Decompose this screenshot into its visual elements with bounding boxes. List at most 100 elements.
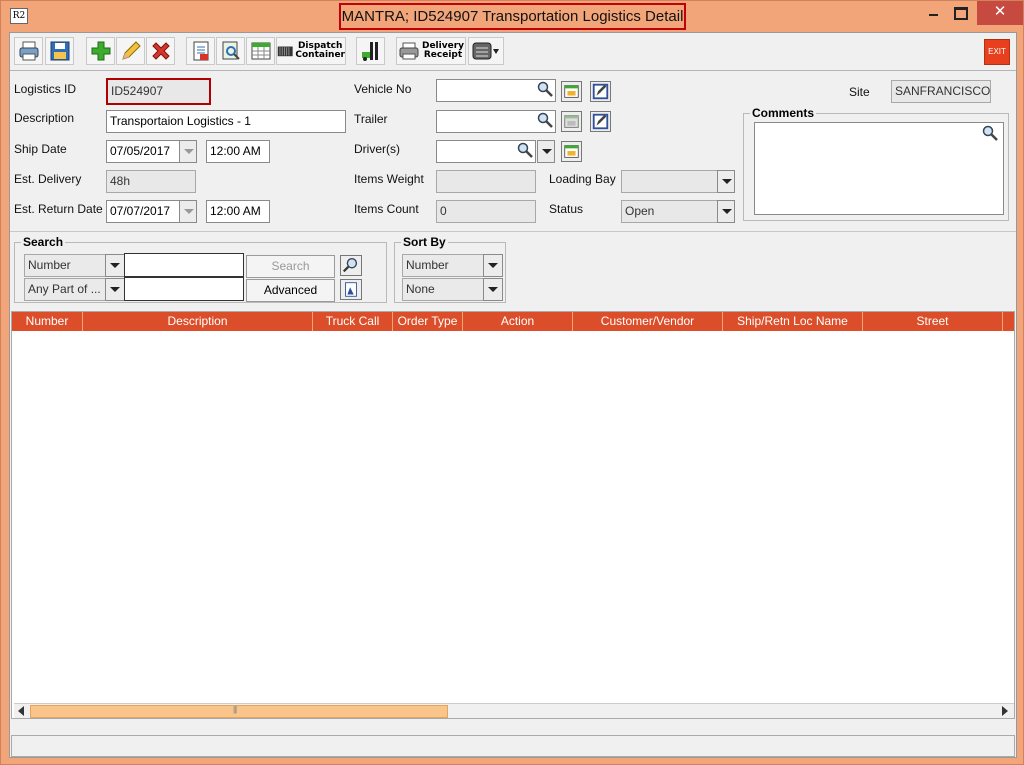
more-tools-button[interactable] [468,37,504,65]
search-query2-input[interactable] [124,277,244,301]
description-field[interactable]: Transportaion Logistics - 1 [106,110,346,133]
loading-bay-select[interactable] [621,170,718,193]
drivers-search-icon[interactable] [517,142,533,158]
trailer-edit-icon[interactable] [590,111,611,132]
items-weight-field[interactable] [436,170,536,193]
magnifier-list-icon [222,41,240,60]
sort-primary-select[interactable]: Number [402,254,484,277]
comments-textarea[interactable] [754,122,1004,215]
drivers-label: Driver(s) [354,142,400,156]
search-group: Search Number Search Any Part of ... Adv… [14,235,387,303]
client-area: Dispatch Container Delivery Receipt EXIT [9,32,1017,758]
column-header-customer-vendor[interactable]: Customer/Vendor [573,312,723,331]
vehicle-no-label: Vehicle No [354,82,412,96]
scroll-left-arrow-icon[interactable] [18,706,24,716]
spreadsheet-icon [251,42,270,60]
search-magnifier-icon[interactable] [340,255,362,276]
sort-secondary-select[interactable]: None [402,278,484,301]
est-return-date-field[interactable]: 07/07/2017 [106,200,180,223]
tools-stack-icon [472,42,492,60]
search-records-button[interactable] [216,37,245,65]
add-button[interactable] [86,37,115,65]
est-delivery-label: Est. Delivery [14,172,82,186]
document-button[interactable] [186,37,215,65]
column-header-ship-retn-loc-name[interactable]: Ship/Retn Loc Name [723,312,863,331]
comments-search-icon[interactable] [982,125,998,141]
delete-button[interactable] [146,37,175,65]
site-field[interactable]: SANFRANCISCO [891,80,991,103]
match-type-dropdown[interactable] [105,278,125,301]
app-logo-icon: R2 [10,8,28,24]
status-dropdown[interactable] [717,200,735,223]
close-window-button[interactable]: ✕ [977,1,1023,25]
trailer-list-icon[interactable] [561,111,582,132]
items-weight-label: Items Weight [354,172,424,186]
search-title: Search [21,235,66,249]
column-header-action[interactable]: Action [463,312,573,331]
search-button[interactable]: Search [246,255,335,278]
toolbar: Dispatch Container Delivery Receipt EXIT [10,33,1016,71]
sort-primary-dropdown[interactable] [483,254,503,277]
scroll-right-arrow-icon[interactable] [1002,706,1008,716]
column-header-street[interactable]: Street [863,312,1003,331]
ship-time-field[interactable]: 12:00 AM [206,140,270,163]
exit-button[interactable]: EXIT [984,39,1010,65]
drivers-dropdown[interactable] [537,140,555,163]
column-header-truck-call[interactable]: Truck Call [313,312,393,331]
search-query-input[interactable] [124,253,244,277]
orders-table[interactable]: Number Description Truck Call Order Type… [11,311,1015,719]
status-select[interactable]: Open [621,200,718,223]
pencil-icon [121,41,141,60]
app-window: R2 MANTRA; ID524907 Transportation Logis… [0,0,1024,765]
dispatch-label-line2: Container [295,50,345,60]
search-field-select[interactable]: Number [24,254,106,277]
save-button[interactable] [45,37,74,65]
est-delivery-field[interactable]: 48h [106,170,196,193]
loading-bay-dropdown[interactable] [717,170,735,193]
sort-by-title: Sort By [401,235,448,249]
ship-date-field[interactable]: 07/05/2017 [106,140,180,163]
scrollbar-thumb[interactable] [30,705,448,718]
vehicle-edit-icon[interactable] [590,81,611,102]
logistics-id-label: Logistics ID [14,82,77,96]
ship-date-dropdown[interactable] [179,140,197,163]
est-return-date-label: Est. Return Date [14,202,103,216]
match-type-select[interactable]: Any Part of ... [24,278,106,301]
return-time-field[interactable]: 12:00 AM [206,200,270,223]
comments-group: Comments [743,106,1009,221]
title-bar[interactable]: R2 MANTRA; ID524907 Transportation Logis… [1,1,1024,31]
return-date-dropdown[interactable] [179,200,197,223]
items-count-label: Items Count [354,202,419,216]
column-header-description[interactable]: Description [83,312,313,331]
sort-secondary-dropdown[interactable] [483,278,503,301]
advanced-search-button[interactable]: Advanced [246,279,335,302]
logistics-id-field[interactable]: ID524907 [106,78,211,105]
sort-by-group: Sort By Number None [394,235,506,303]
vehicle-search-icon[interactable] [537,81,553,97]
printer-icon [19,41,38,61]
site-label: Site [849,85,870,99]
comments-title: Comments [750,106,817,120]
print-button[interactable] [14,37,43,65]
vehicle-list-icon[interactable] [561,81,582,102]
advanced-filter-icon[interactable] [340,279,362,300]
trailer-search-icon[interactable] [537,112,553,128]
truck-dolly-icon [361,42,378,61]
search-field-dropdown[interactable] [105,254,125,277]
delivery-receipt-button[interactable]: Delivery Receipt [396,37,466,65]
column-header-number[interactable]: Number [12,312,83,331]
load-truck-button[interactable] [356,37,385,65]
chevron-down-icon [493,49,499,54]
spreadsheet-button[interactable] [246,37,275,65]
dispatch-container-button[interactable]: Dispatch Container [276,37,346,65]
status-bar [11,735,1015,757]
maximize-button[interactable] [945,1,975,25]
container-icon [277,46,293,57]
drivers-list-icon[interactable] [561,141,582,162]
items-count-field[interactable]: 0 [436,200,536,223]
trailer-label: Trailer [354,112,388,126]
delete-x-icon [151,42,170,60]
edit-button[interactable] [116,37,145,65]
column-header-order-type[interactable]: Order Type [393,312,463,331]
horizontal-scrollbar[interactable] [14,703,1014,718]
